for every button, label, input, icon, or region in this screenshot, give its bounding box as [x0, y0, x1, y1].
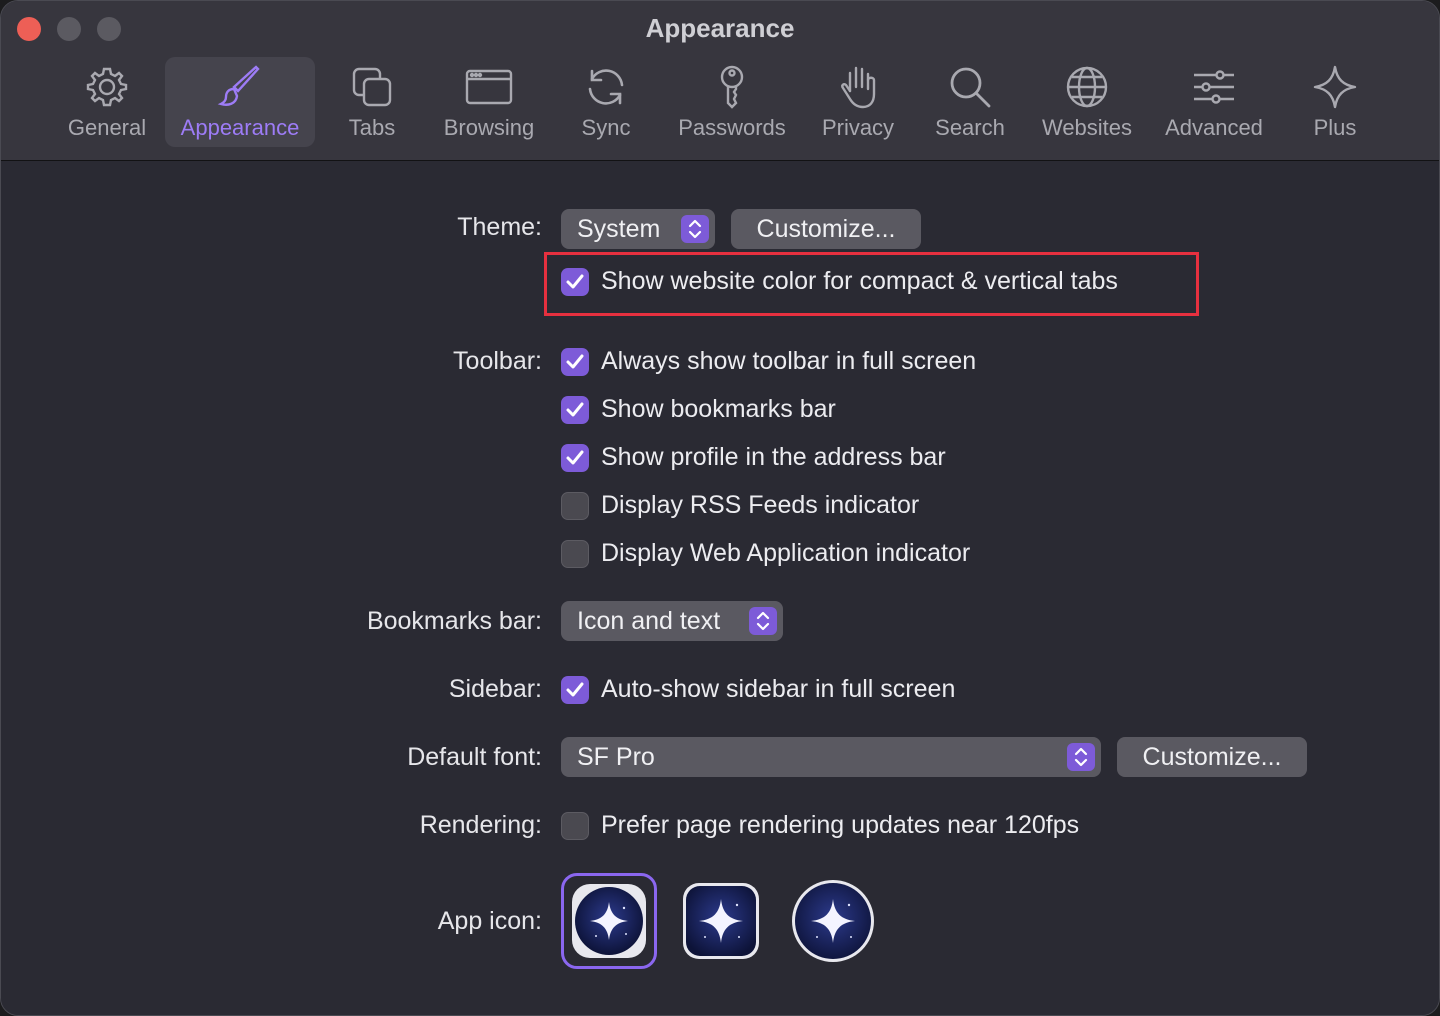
checkbox-120fps[interactable] — [561, 811, 589, 840]
tab-websites[interactable]: Websites — [1033, 57, 1141, 147]
tab-label: Websites — [1041, 115, 1133, 140]
option-label: Display Web Application indicator — [601, 539, 971, 567]
magnifier-icon — [946, 63, 994, 111]
app-icon-option-light[interactable] — [561, 873, 657, 969]
sidebar-option[interactable]: Auto-show sidebar in full screen — [561, 675, 955, 704]
tab-label: Sync — [581, 115, 631, 140]
preferences-window: Appearance General Appearance Tabs Brows… — [0, 0, 1440, 1016]
tab-sync[interactable]: Sync — [571, 57, 641, 147]
window-title: Appearance — [645, 13, 795, 43]
tab-browsing[interactable]: Browsing — [435, 57, 543, 147]
toolbar-option-web-app[interactable]: Display Web Application indicator — [561, 539, 970, 568]
sliders-icon — [1190, 63, 1238, 111]
toolbar-option-rss[interactable]: Display RSS Feeds indicator — [561, 491, 919, 520]
tab-label: Search — [935, 115, 1005, 140]
tab-search[interactable]: Search — [927, 57, 1013, 147]
tab-advanced[interactable]: Advanced — [1157, 57, 1271, 147]
app-icon-label: App icon: — [437, 907, 542, 935]
tab-plus[interactable]: Plus — [1301, 57, 1369, 147]
toolbar-option-fullscreen[interactable]: Always show toolbar in full screen — [561, 347, 976, 376]
key-icon — [708, 63, 756, 111]
tab-label: Browsing — [443, 115, 535, 140]
rendering-label: Rendering: — [419, 811, 542, 839]
tab-label: Appearance — [180, 115, 300, 140]
bookmarks-bar-label: Bookmarks bar: — [366, 607, 542, 635]
tab-general[interactable]: General — [59, 57, 155, 147]
option-label: Prefer page rendering updates near 120fp… — [601, 811, 1080, 839]
toolbar-option-profile[interactable]: Show profile in the address bar — [561, 443, 946, 472]
preferences-tabs: General Appearance Tabs Browsing Sync Pa… — [1, 57, 1439, 147]
theme-label: Theme: — [457, 213, 542, 241]
hand-icon — [834, 63, 882, 111]
tab-privacy[interactable]: Privacy — [811, 57, 905, 147]
toolbar-option-bookmarks-bar[interactable]: Show bookmarks bar — [561, 395, 836, 424]
sync-icon — [582, 63, 630, 111]
tab-label: Plus — [1313, 115, 1357, 140]
default-font-value: SF Pro — [577, 742, 655, 771]
option-label: Display RSS Feeds indicator — [601, 491, 920, 519]
sidebar-label: Sidebar: — [448, 675, 542, 703]
titlebar: Appearance General Appearance Tabs Brows… — [1, 1, 1439, 161]
checkbox-toolbar-fullscreen[interactable] — [561, 347, 589, 376]
checkbox-sidebar-fullscreen[interactable] — [561, 675, 589, 704]
theme-value: System — [577, 214, 661, 243]
option-label: Auto-show sidebar in full screen — [601, 675, 956, 703]
bookmarks-bar-popup[interactable]: Icon and text — [561, 601, 783, 641]
tab-label: Tabs — [348, 115, 396, 140]
stepper-icon — [749, 607, 777, 635]
tab-appearance[interactable]: Appearance — [165, 57, 315, 147]
browser-window-icon — [465, 63, 513, 111]
checkbox-bookmarks-bar[interactable] — [561, 395, 589, 424]
tab-label: Privacy — [821, 115, 895, 140]
checkbox-web-app[interactable] — [561, 539, 589, 568]
tab-label: Advanced — [1165, 115, 1263, 140]
option-label: Show bookmarks bar — [601, 395, 836, 423]
theme-popup[interactable]: System — [561, 209, 715, 249]
option-label: Always show toolbar in full screen — [601, 347, 977, 375]
default-font-label: Default font: — [407, 743, 542, 771]
tab-tabs[interactable]: Tabs — [331, 57, 413, 147]
tab-label: General — [67, 115, 147, 140]
tabs-icon — [348, 63, 396, 111]
app-icon-option-dark-square[interactable] — [681, 881, 761, 961]
app-icon-option-dark-circle[interactable] — [791, 879, 875, 963]
tab-label: Passwords — [678, 115, 786, 140]
sparkle-icon — [1311, 63, 1359, 111]
theme-customize-button[interactable]: Customize... — [731, 209, 921, 249]
option-label: Show profile in the address bar — [601, 443, 946, 471]
globe-icon — [1063, 63, 1111, 111]
highlight-box — [544, 252, 1199, 316]
stepper-icon — [1067, 743, 1095, 771]
rendering-option[interactable]: Prefer page rendering updates near 120fp… — [561, 811, 1079, 840]
stepper-icon — [681, 215, 709, 243]
bookmarks-bar-value: Icon and text — [577, 606, 721, 635]
toolbar-label: Toolbar: — [453, 347, 542, 375]
font-customize-button[interactable]: Customize... — [1117, 737, 1307, 777]
checkbox-profile[interactable] — [561, 443, 589, 472]
paintbrush-icon — [216, 63, 264, 111]
gear-icon — [83, 63, 131, 111]
tab-passwords[interactable]: Passwords — [669, 57, 795, 147]
default-font-popup[interactable]: SF Pro — [561, 737, 1101, 777]
checkbox-rss[interactable] — [561, 491, 589, 520]
